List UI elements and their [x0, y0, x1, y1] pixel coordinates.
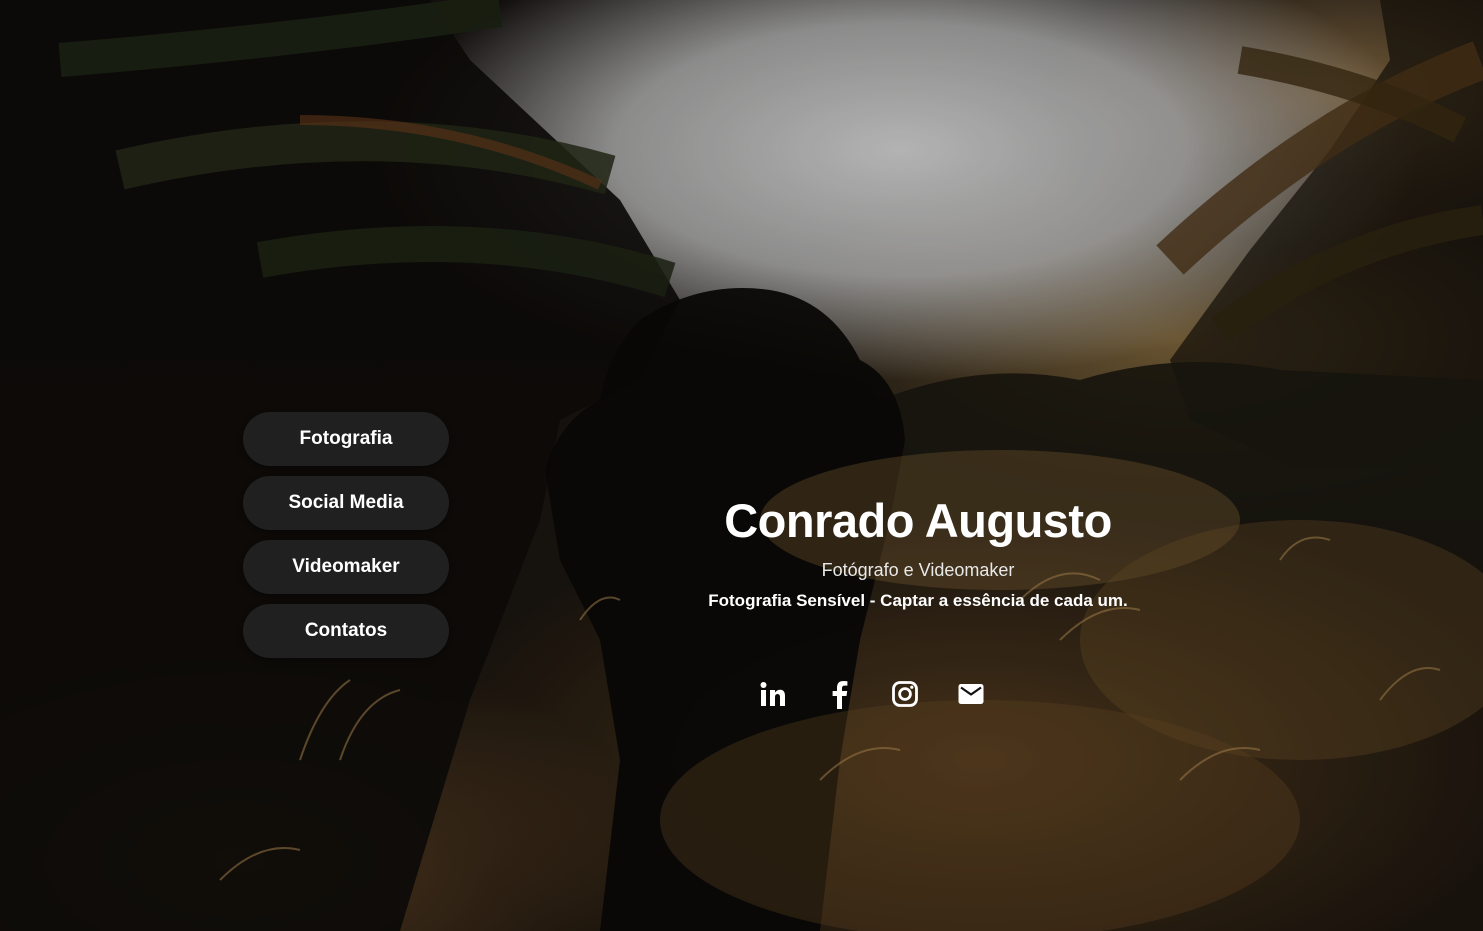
social-links — [752, 672, 992, 716]
side-menu: Fotografia Social Media Videomaker Conta… — [243, 412, 449, 658]
page: Fotografia Social Media Videomaker Conta… — [0, 0, 1483, 931]
instagram-link[interactable] — [884, 673, 926, 715]
instagram-icon — [892, 681, 918, 707]
photo-overlay — [0, 0, 1483, 931]
linkedin-icon — [760, 682, 785, 706]
hero-block: Conrado Augusto Fotógrafo e Videomaker F… — [668, 490, 1168, 612]
menu-button-videomaker[interactable]: Videomaker — [243, 540, 449, 594]
menu-button-contatos[interactable]: Contatos — [243, 604, 449, 658]
email-icon — [958, 684, 984, 704]
menu-button-fotografia[interactable]: Fotografia — [243, 412, 449, 466]
email-link[interactable] — [950, 673, 992, 715]
facebook-link[interactable] — [818, 673, 860, 715]
menu-button-social-media[interactable]: Social Media — [243, 476, 449, 530]
linkedin-link[interactable] — [752, 673, 794, 715]
subtitle: Fotógrafo e Videomaker — [821, 560, 1015, 580]
facebook-icon — [832, 681, 848, 709]
tagline: Fotografia Sensível - Captar a essência … — [708, 591, 1128, 610]
page-title: Conrado Augusto — [724, 494, 1112, 547]
